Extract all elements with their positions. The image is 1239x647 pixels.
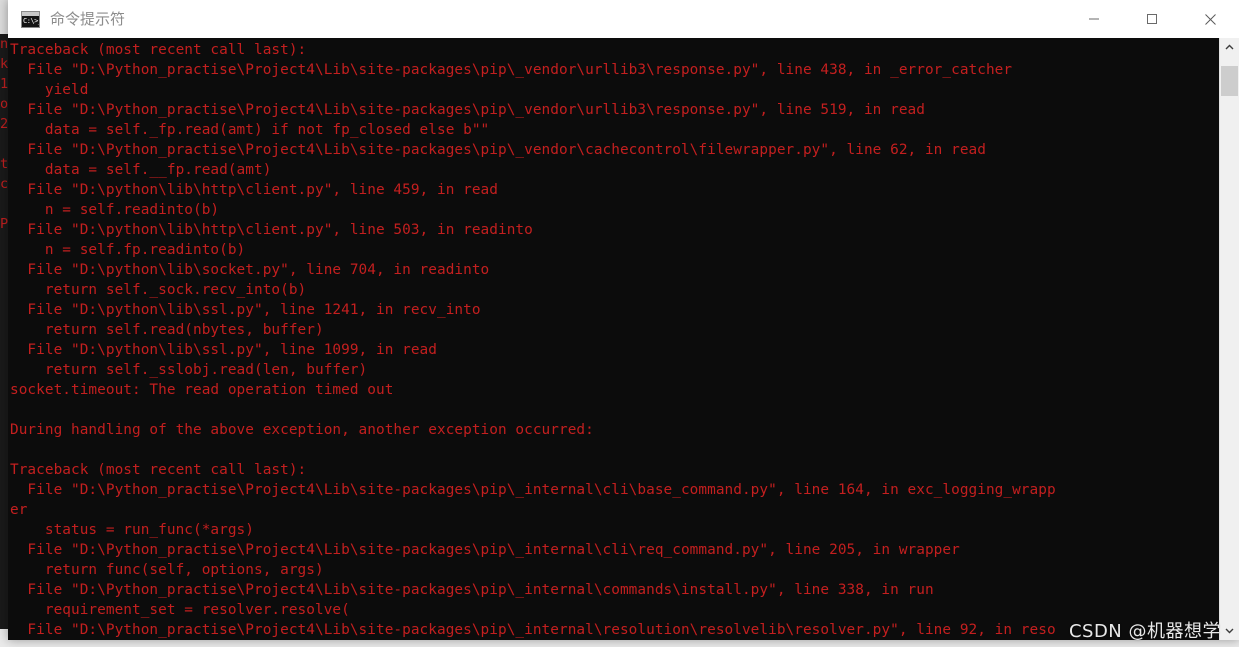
command-prompt-window: C:\>_ 命令提示符 [8, 0, 1239, 640]
icon-prompt-text: C:\>_ [22, 15, 39, 27]
window-title: 命令提示符 [50, 10, 126, 28]
console-output-area[interactable]: Traceback (most recent call last): File … [8, 38, 1239, 640]
close-button[interactable] [1181, 0, 1239, 38]
maximize-button[interactable] [1123, 0, 1181, 38]
chevron-up-icon [1225, 44, 1234, 50]
maximize-icon [1147, 14, 1157, 24]
scroll-up-button[interactable] [1220, 38, 1239, 57]
traceback-output: Traceback (most recent call last): File … [10, 42, 1056, 638]
close-icon [1204, 13, 1216, 25]
chevron-down-icon [1225, 628, 1234, 634]
scrollbar-thumb[interactable] [1221, 66, 1238, 96]
command-prompt-icon: C:\>_ [21, 10, 40, 28]
minimize-icon [1089, 18, 1099, 20]
scroll-down-button[interactable] [1220, 621, 1239, 640]
screen-root: n k 1 o 2 t c P C:\>_ 命令提示符 [0, 0, 1239, 647]
window-controls [1065, 0, 1239, 38]
console-scrollbar[interactable] [1219, 38, 1239, 640]
window-titlebar[interactable]: C:\>_ 命令提示符 [8, 0, 1239, 39]
csdn-watermark: CSDN @机器想学 [1068, 621, 1221, 642]
minimize-button[interactable] [1065, 0, 1123, 38]
